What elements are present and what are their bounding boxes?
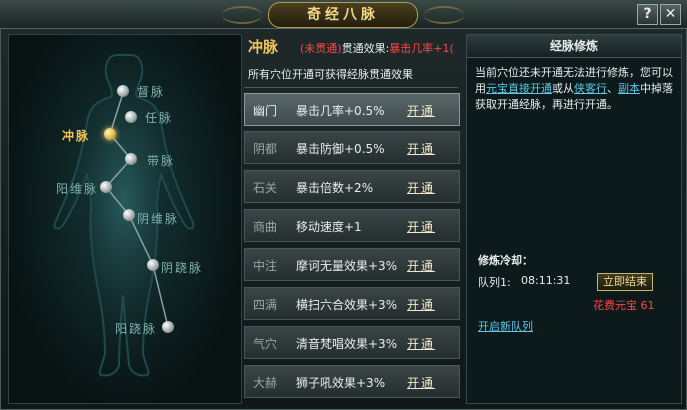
- acupoint-yinwei[interactable]: [123, 209, 135, 221]
- acupoint-row[interactable]: 气穴 清音梵唱效果+3% 开通: [244, 326, 460, 359]
- meridian-label-yinqiao[interactable]: 阴跷脉: [161, 259, 203, 276]
- acupoint-effect: 清音梵唱效果+3%: [296, 337, 398, 351]
- acupoint-name: 中注: [253, 259, 278, 273]
- acupoint-effect: 暴击几率+0.5%: [296, 104, 385, 118]
- cost-value: 61: [640, 299, 655, 312]
- acupoint-dai[interactable]: [125, 153, 137, 165]
- acupoint-name: 四满: [253, 298, 278, 312]
- open-acupoint-button[interactable]: 开通: [407, 102, 435, 119]
- meridian-effect-value: 暴击几率+1(: [389, 42, 454, 55]
- title-ornament-right: [424, 6, 464, 24]
- meridian-label-du[interactable]: 督脉: [137, 83, 165, 100]
- meridian-description: 所有穴位开通可获得经脉贯通效果: [248, 68, 413, 81]
- help-button[interactable]: ?: [637, 4, 658, 25]
- cultivation-message: 当前穴位还未开通无法进行修炼，您可以用元宝直接开通或从侠客行、副本中掉落获取开通…: [475, 65, 675, 113]
- open-acupoint-button[interactable]: 开通: [407, 335, 435, 352]
- acupoint-yangqiao[interactable]: [162, 321, 174, 333]
- queue-timer: 08:11:31: [521, 274, 571, 287]
- acupoint-effect: 狮子吼效果+3%: [296, 376, 386, 390]
- ingot-open-link[interactable]: 元宝直接开通: [486, 82, 552, 95]
- close-button[interactable]: ✕: [660, 4, 681, 25]
- acupoint-effect: 摩诃无量效果+3%: [296, 259, 398, 273]
- meridian-label-chong[interactable]: 冲脉: [62, 127, 90, 144]
- dungeon-link[interactable]: 副本: [618, 82, 640, 95]
- open-acupoint-button[interactable]: 开通: [407, 179, 435, 196]
- meridian-name: 冲脉: [248, 38, 279, 56]
- title-bar: 奇经八脉 ? ✕: [0, 0, 687, 29]
- meridian-status: (未贯通): [300, 42, 342, 55]
- acupoint-row[interactable]: 四满 横扫六合效果+3% 开通: [244, 287, 460, 320]
- acupoint-row[interactable]: 阴都 暴击防御+0.5% 开通: [244, 131, 460, 164]
- acupoint-effect: 横扫六合效果+3%: [296, 298, 398, 312]
- acupoint-effect: 暴击倍数+2%: [296, 181, 374, 195]
- acupoint-effect: 暴击防御+0.5%: [296, 142, 385, 156]
- acupoint-name: 大赫: [253, 376, 278, 390]
- meridian-label-yangwei[interactable]: 阳维脉: [56, 180, 98, 197]
- meridian-effect-label: 贯通效果:: [341, 42, 390, 55]
- acupoint-row[interactable]: 中注 摩诃无量效果+3% 开通: [244, 248, 460, 281]
- open-acupoint-button[interactable]: 开通: [407, 257, 435, 274]
- window-title: 奇经八脉: [268, 2, 418, 28]
- message-text: 、: [607, 82, 618, 95]
- body-meridian-map: 督脉 任脉 冲脉 带脉 阳维脉 阴维脉 阴跷脉 阳跷脉: [8, 34, 242, 404]
- meridian-status-line: (未贯通)贯通效果:暴击几率+1(: [300, 40, 460, 56]
- message-text: 或从: [552, 82, 574, 95]
- acupoint-name: 商曲: [253, 220, 278, 234]
- meridian-label-yinwei[interactable]: 阴维脉: [137, 210, 179, 227]
- ingot-cost: 花费元宝 61: [593, 297, 655, 313]
- acupoint-name: 阴都: [253, 142, 278, 156]
- title-ornament-left: [222, 6, 262, 24]
- meridian-label-dai[interactable]: 带脉: [147, 152, 175, 169]
- acupoint-row[interactable]: 幽门 暴击几率+0.5% 开通: [244, 93, 460, 126]
- open-acupoint-button[interactable]: 开通: [407, 140, 435, 157]
- open-new-queue-link[interactable]: 开启新队列: [478, 318, 533, 334]
- meridian-label-yangqiao[interactable]: 阳跷脉: [115, 320, 157, 337]
- acupoint-name: 幽门: [253, 104, 278, 118]
- cultivation-header: 经脉修炼: [467, 35, 681, 58]
- acupoint-row[interactable]: 大赫 狮子吼效果+3% 开通: [244, 365, 460, 398]
- acupoint-row[interactable]: 石关 暴击倍数+2% 开通: [244, 170, 460, 203]
- cultivation-panel: 经脉修炼 当前穴位还未开通无法进行修炼，您可以用元宝直接开通或从侠客行、副本中掉…: [466, 34, 682, 404]
- acupoint-chong[interactable]: [104, 128, 116, 140]
- acupoint-row[interactable]: 商曲 移动速度+1 开通: [244, 209, 460, 242]
- open-acupoint-button[interactable]: 开通: [407, 296, 435, 313]
- acupoint-yangwei[interactable]: [100, 181, 112, 193]
- cooldown-title: 修炼冷却：: [478, 254, 533, 267]
- xiakexing-link[interactable]: 侠客行: [574, 82, 607, 95]
- finish-now-button[interactable]: 立即结束: [597, 273, 653, 291]
- divider: [244, 87, 458, 88]
- acupoint-yinqiao[interactable]: [147, 259, 159, 271]
- acupoint-effect: 移动速度+1: [296, 220, 362, 234]
- meridian-label-ren[interactable]: 任脉: [145, 109, 173, 126]
- open-acupoint-button[interactable]: 开通: [407, 374, 435, 391]
- cost-label: 花费元宝: [593, 299, 637, 312]
- acupoint-name: 气穴: [253, 337, 278, 351]
- acupoint-du[interactable]: [117, 85, 129, 97]
- queue-label: 队列1:: [478, 276, 511, 289]
- open-acupoint-button[interactable]: 开通: [407, 218, 435, 235]
- acupoint-ren[interactable]: [125, 111, 137, 123]
- acupoint-name: 石关: [253, 181, 278, 195]
